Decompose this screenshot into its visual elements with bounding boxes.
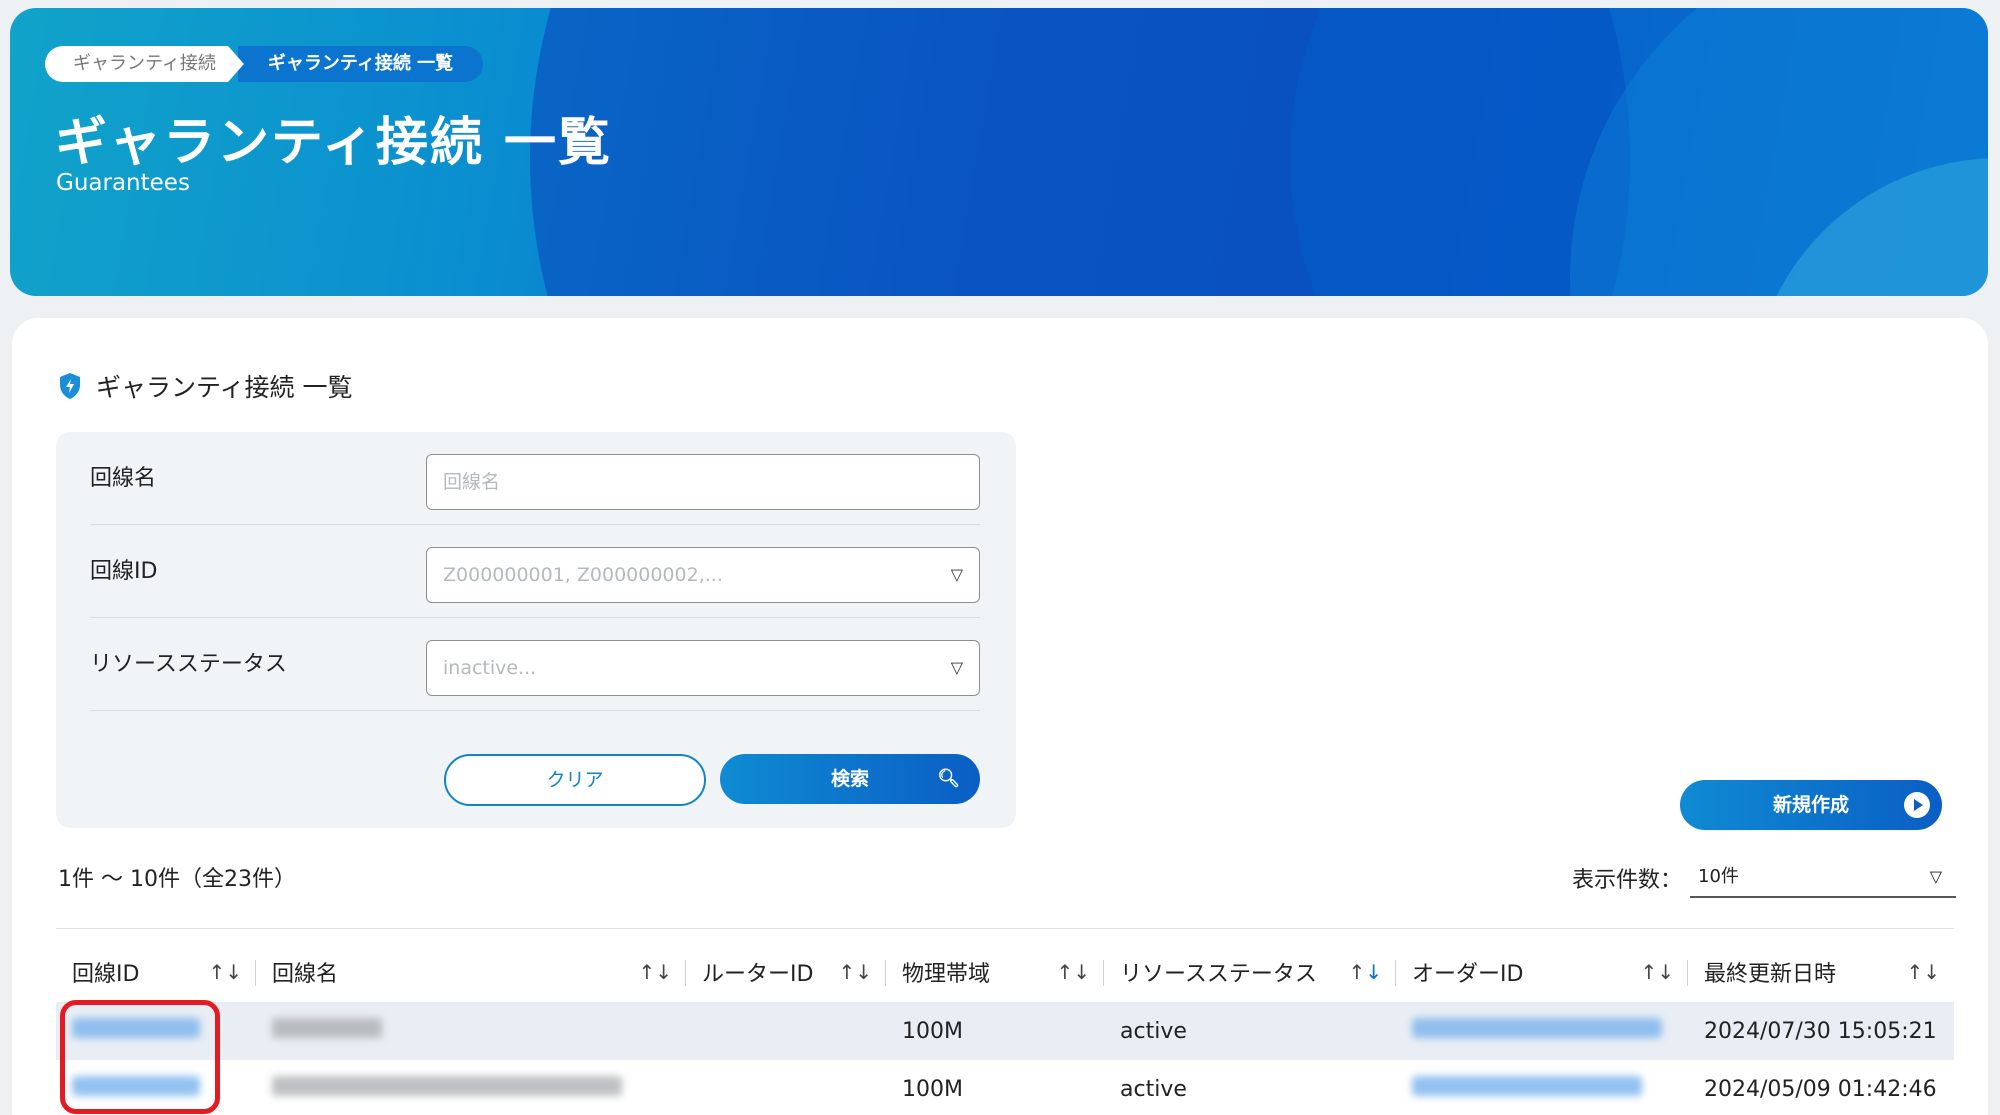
resource-status-cell: active [1104, 1002, 1396, 1060]
updated-at-cell: 2024/07/30 15:05:21 [1688, 1002, 1954, 1060]
filter-row-resource-status: リソースステータス inactive... ▽ [90, 618, 980, 711]
sort-icon[interactable]: ↑↓ [208, 942, 242, 1002]
line-name-value [272, 1076, 622, 1096]
resource-status-cell: active [1104, 1060, 1396, 1115]
column-header-line-name[interactable]: 回線名 ↑↓ [256, 942, 686, 1002]
line-name-cell [256, 1002, 686, 1060]
clear-button[interactable]: クリア [444, 754, 706, 806]
search-button-label: 検索 [830, 768, 869, 790]
sort-icon[interactable]: ↑↓ [638, 942, 672, 1002]
search-icon: 🔍︎ [937, 768, 960, 789]
highlight-annotation [60, 1000, 220, 1114]
order-id-link[interactable] [1412, 1076, 1642, 1096]
per-page-control: 表示件数： 10件 ▽ [1572, 858, 1957, 898]
main-card: ギャランティ接続 一覧 回線名 回線名 回線ID Z000000001, Z00… [12, 318, 1988, 1115]
section-title: ギャランティ接続 一覧 [58, 368, 352, 404]
play-circle-icon [1904, 792, 1930, 818]
order-id-cell[interactable] [1396, 1060, 1688, 1115]
chevron-down-icon: ▽ [950, 658, 963, 677]
sort-icon[interactable]: ↑↓ [1348, 942, 1382, 1002]
line-name-value [272, 1018, 382, 1038]
column-header-order-id[interactable]: オーダーID ↑↓ [1396, 942, 1688, 1002]
search-form: 回線名 回線名 回線ID Z000000001, Z000000002,... … [56, 432, 1016, 828]
breadcrumb-item-parent[interactable]: ギャランティ接続 [45, 46, 244, 82]
column-header-updated-at[interactable]: 最終更新日時 ↑↓ [1688, 942, 1954, 1002]
search-button[interactable]: 検索 🔍︎ [720, 754, 980, 804]
per-page-select[interactable]: 10件 ▽ [1690, 858, 1957, 898]
bandwidth-cell: 100M [886, 1060, 1104, 1115]
filter-row-line-id: 回線ID Z000000001, Z000000002,... ▽ [90, 525, 980, 618]
breadcrumb: ギャランティ接続 ギャランティ接続 一覧 [45, 46, 484, 82]
create-new-label: 新規作成 [1772, 794, 1849, 816]
line-id-label: 回線ID [90, 559, 158, 584]
chevron-down-icon: ▽ [1929, 867, 1943, 886]
column-header-router-id[interactable]: ルーターID ↑↓ [686, 942, 886, 1002]
sort-icon[interactable]: ↑↓ [1640, 942, 1674, 1002]
line-id-select[interactable]: Z000000001, Z000000002,... ▽ [426, 547, 980, 603]
router-id-cell [686, 1002, 886, 1060]
column-header-resource-status[interactable]: リソースステータス ↑↓ [1104, 942, 1396, 1002]
page-title: ギャランティ接続 一覧 [55, 113, 612, 173]
resource-status-placeholder: inactive... [443, 657, 537, 679]
order-id-link[interactable] [1412, 1018, 1662, 1038]
section-title-text: ギャランティ接続 一覧 [96, 373, 353, 402]
guarantees-table: 回線ID ↑↓ 回線名 ↑↓ ルーターID ↑↓ 物理帯域 ↑↓ リソースステータス ↑↓… [56, 942, 1954, 1115]
column-header-line-id[interactable]: 回線ID ↑↓ [56, 942, 256, 1002]
sort-icon[interactable]: ↑↓ [1906, 942, 1940, 1002]
page-subtitle: Guarantees [56, 170, 190, 196]
bandwidth-cell: 100M [886, 1002, 1104, 1060]
divider [56, 928, 1954, 929]
create-new-button[interactable]: 新規作成 [1680, 780, 1942, 830]
resource-status-label: リソースステータス [90, 652, 287, 677]
resource-status-select[interactable]: inactive... ▽ [426, 640, 980, 696]
table-row: 100M active 2024/07/30 15:05:21 [56, 1002, 1954, 1060]
line-id-placeholder: Z000000001, Z000000002,... [443, 564, 723, 586]
line-name-label: 回線名 [90, 466, 157, 491]
router-id-cell [686, 1060, 886, 1115]
filter-row-line-name: 回線名 回線名 [90, 432, 980, 525]
table-header-row: 回線ID ↑↓ 回線名 ↑↓ ルーターID ↑↓ 物理帯域 ↑↓ リソースステータス ↑↓… [56, 942, 1954, 1002]
chevron-down-icon: ▽ [950, 565, 963, 584]
breadcrumb-item-current: ギャランティ接続 一覧 [237, 46, 484, 82]
sort-icon[interactable]: ↑↓ [838, 942, 872, 1002]
updated-at-cell: 2024/05/09 01:42:46 [1688, 1060, 1954, 1115]
order-id-cell[interactable] [1396, 1002, 1688, 1060]
shield-icon [60, 373, 80, 399]
table-row: 100M active 2024/05/09 01:42:46 [56, 1060, 1954, 1115]
per-page-value: 10件 [1698, 866, 1739, 887]
sort-icon[interactable]: ↑↓ [1056, 942, 1090, 1002]
page-header: ギャランティ接続 ギャランティ接続 一覧 ギャランティ接続 一覧 Guarant… [10, 8, 1988, 296]
per-page-label: 表示件数： [1572, 868, 1683, 893]
result-count: 1件 〜 10件（全23件） [58, 867, 296, 892]
line-name-input[interactable]: 回線名 [426, 454, 980, 510]
column-header-bandwidth[interactable]: 物理帯域 ↑↓ [886, 942, 1104, 1002]
line-name-cell [256, 1060, 686, 1115]
